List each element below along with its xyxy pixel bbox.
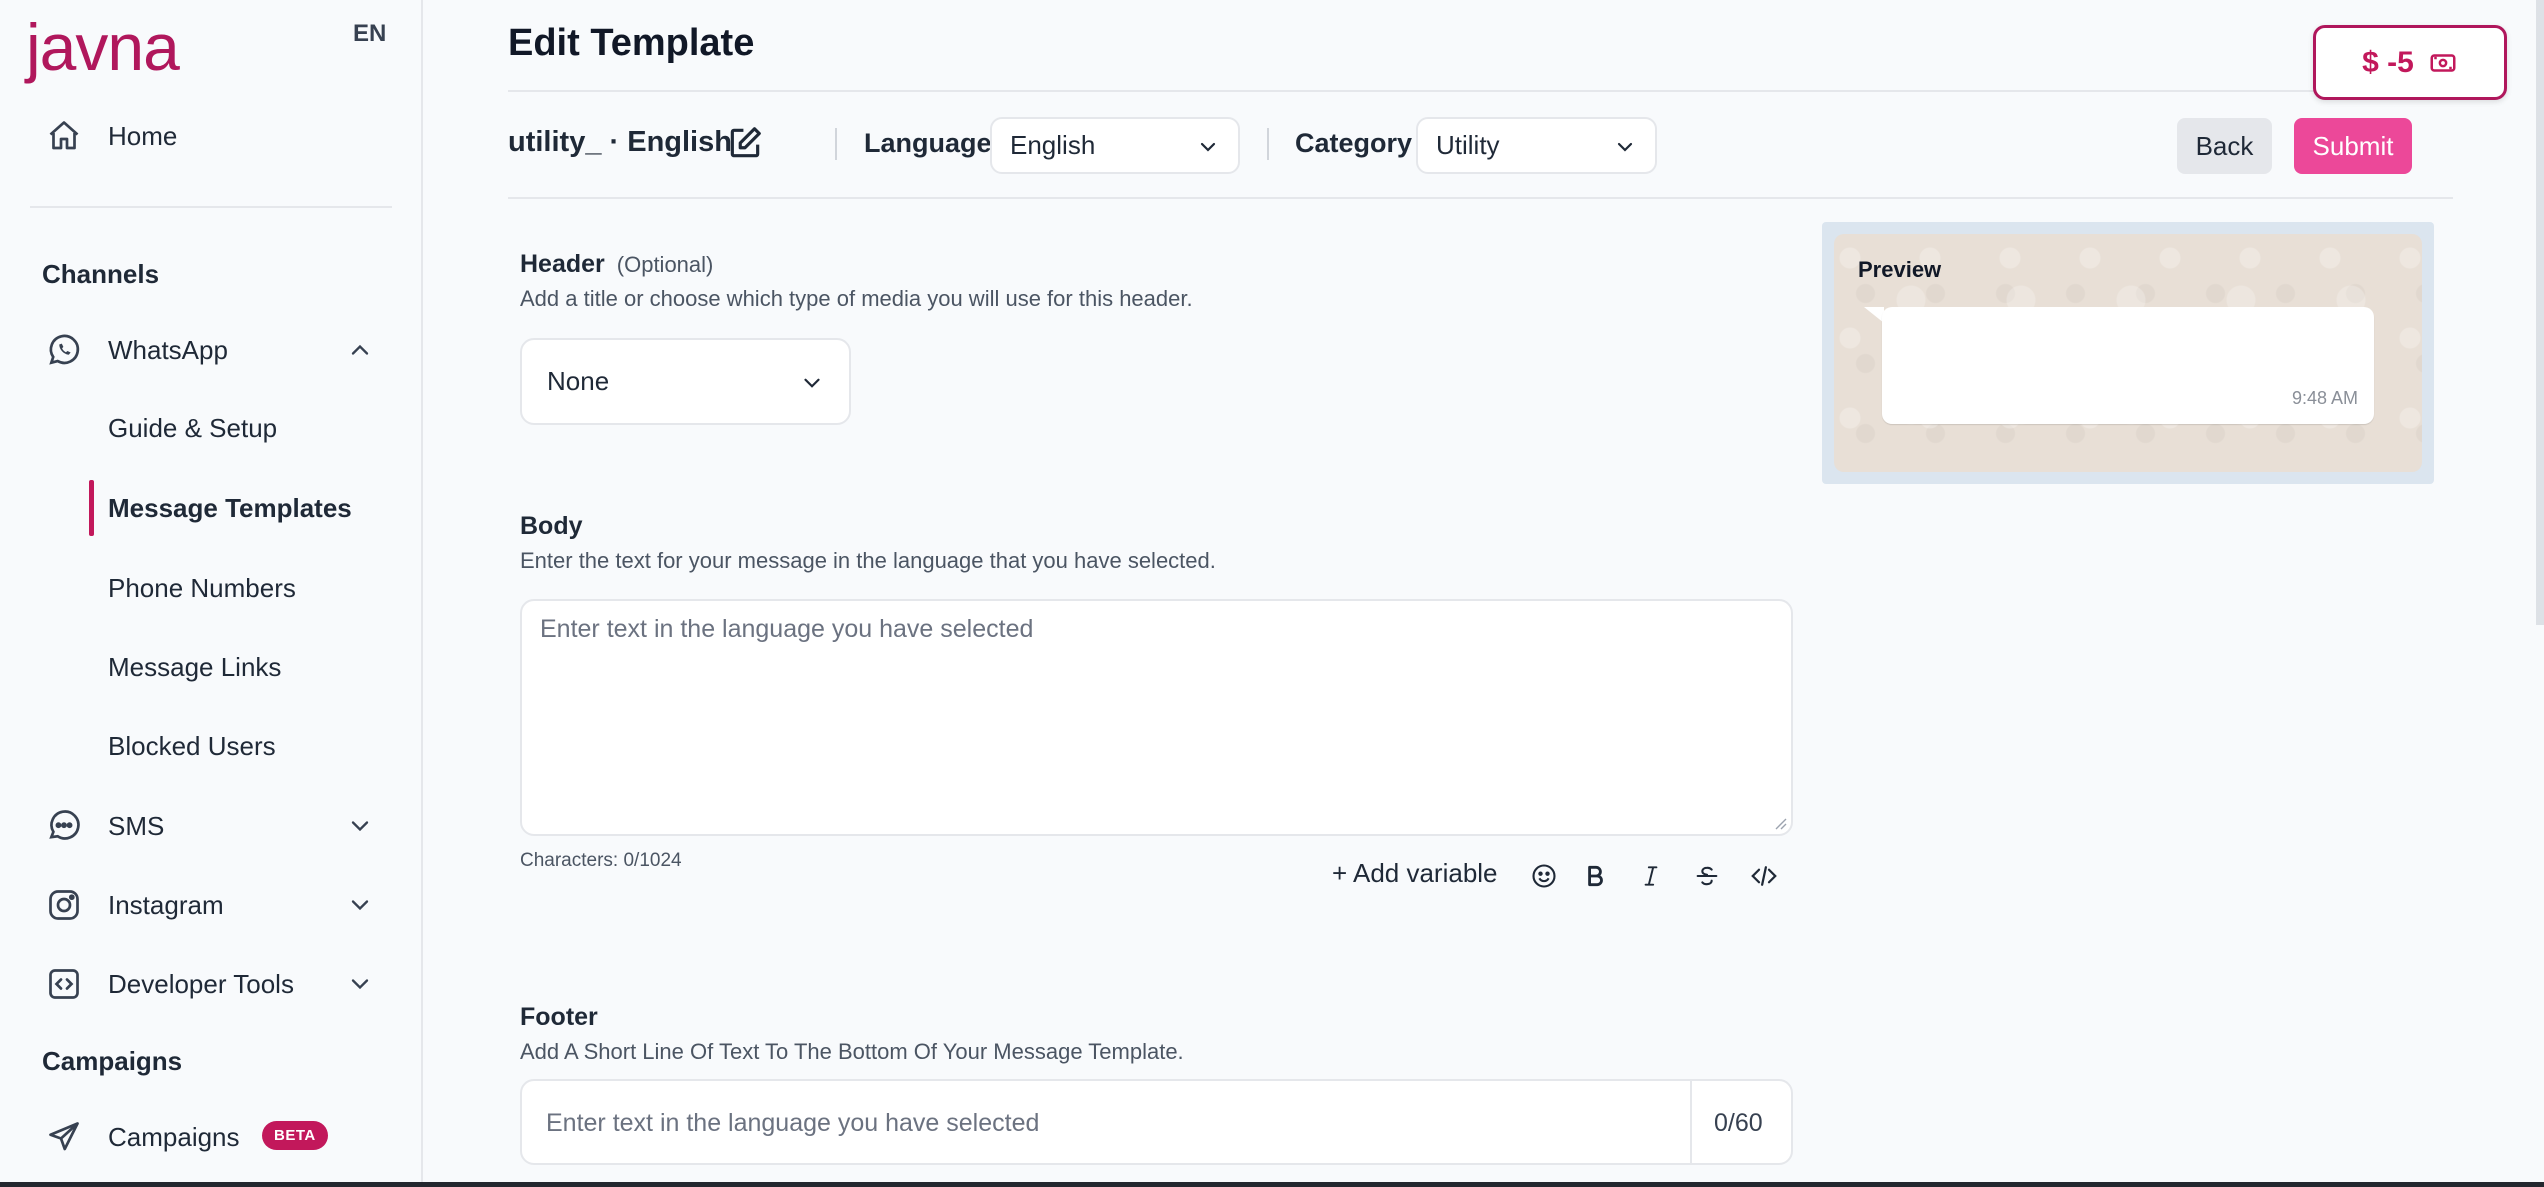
instagram-icon [44, 885, 84, 925]
header-type-value: None [547, 366, 610, 396]
strikethrough-icon[interactable] [1691, 860, 1723, 892]
optional-label: (Optional) [616, 252, 714, 277]
body-title: Body [520, 512, 583, 540]
header-section-title: Header (Optional) [520, 250, 713, 279]
toolbar-divider [508, 197, 2453, 199]
sidebar-item-message-templates[interactable]: Message Templates [0, 480, 423, 536]
sidebar-item-home[interactable]: Home [0, 106, 423, 166]
sidebar-item-label: Home [108, 120, 178, 151]
category-label: Category [1295, 128, 1413, 158]
sidebar-item-blocked-users[interactable]: Blocked Users [0, 718, 423, 774]
campaigns-heading: Campaigns [42, 1046, 183, 1076]
chevron-down-icon[interactable] [346, 891, 374, 919]
sidebar-item-label: Guide & Setup [108, 412, 278, 443]
channels-heading: Channels [42, 259, 160, 289]
sidebar-item-label: SMS [108, 810, 165, 841]
back-button[interactable]: Back [2177, 118, 2272, 174]
footer-input[interactable]: Enter text in the language you have sele… [520, 1079, 1793, 1165]
wallet-icon [2430, 53, 2456, 72]
chevron-down-icon[interactable] [346, 970, 374, 998]
chevron-down-icon [1200, 142, 1216, 152]
category-select-value: Utility [1436, 130, 1500, 160]
language-select-value: English [1010, 130, 1096, 160]
body-placeholder: Enter text in the language you have sele… [540, 615, 1034, 643]
template-name: utility_ · English [508, 126, 732, 158]
header-description: Add a title or choose which type of medi… [520, 286, 1193, 311]
submit-button[interactable]: Submit [2294, 118, 2412, 174]
home-icon [44, 116, 84, 156]
title-divider [508, 90, 2453, 92]
bottom-edge [0, 1182, 2544, 1187]
language-select[interactable]: English [990, 117, 1240, 174]
sidebar-item-campaigns[interactable]: Campaigns [0, 1107, 423, 1167]
category-select[interactable]: Utility [1416, 117, 1657, 174]
italic-icon[interactable] [1635, 860, 1667, 892]
balance-value: $ -5 [2362, 45, 2414, 79]
toolbar-separator [835, 128, 837, 160]
sidebar: javna EN Home Channels WhatsApp Guide & … [0, 0, 423, 1187]
chevron-down-icon [804, 378, 820, 388]
send-icon [44, 1117, 84, 1157]
chevron-down-icon [1617, 142, 1633, 152]
bold-icon[interactable] [1579, 860, 1611, 892]
language-switcher[interactable]: EN [353, 20, 386, 48]
footer-char-count: 0/60 [1714, 1109, 1763, 1137]
message-time: 9:48 AM [2292, 388, 2359, 408]
sidebar-item-label: Developer Tools [108, 968, 294, 999]
footer-placeholder: Enter text in the language you have sele… [546, 1109, 1040, 1137]
javna-logo[interactable]: javna [26, 14, 180, 80]
whatsapp-icon [44, 330, 84, 370]
sidebar-item-label: Phone Numbers [108, 572, 296, 603]
add-variable-button[interactable]: + Add variable [1332, 858, 1498, 889]
footer-description: Add A Short Line Of Text To The Bottom O… [520, 1039, 1184, 1064]
edit-icon[interactable] [726, 124, 764, 162]
sidebar-item-guide-setup[interactable]: Guide & Setup [0, 400, 423, 456]
sidebar-divider [30, 206, 392, 208]
sidebar-item-developer-tools[interactable]: Developer Tools [0, 954, 423, 1014]
sidebar-item-label: Message Links [108, 651, 282, 682]
sidebar-item-whatsapp[interactable]: WhatsApp [0, 320, 423, 380]
footer-title: Footer [520, 1003, 598, 1031]
sidebar-item-phone-numbers[interactable]: Phone Numbers [0, 560, 423, 616]
chat-icon [44, 806, 84, 846]
sidebar-item-sms[interactable]: SMS [0, 796, 423, 856]
emoji-icon[interactable] [1528, 860, 1560, 892]
sidebar-item-label: Campaigns [108, 1121, 240, 1152]
message-bubble-tail [1864, 307, 1884, 323]
sidebar-item-label: WhatsApp [108, 334, 228, 365]
chevron-up-icon[interactable] [346, 336, 374, 364]
balance-button[interactable]: $ -5 [2313, 25, 2507, 100]
sidebar-item-instagram[interactable]: Instagram [0, 875, 423, 935]
body-textarea[interactable]: Enter text in the language you have sele… [520, 599, 1793, 836]
page-title: Edit Template [508, 22, 755, 64]
header-type-select[interactable]: None [520, 338, 851, 425]
header-title: Header [520, 250, 605, 278]
resize-handle-icon[interactable] [1773, 816, 1787, 830]
sidebar-item-message-links[interactable]: Message Links [0, 639, 423, 695]
sidebar-item-label: Blocked Users [108, 730, 276, 761]
beta-badge: BETA [262, 1121, 328, 1150]
body-description: Enter the text for your message in the l… [520, 548, 1216, 573]
chevron-down-icon[interactable] [346, 812, 374, 840]
language-label: Language [864, 128, 992, 158]
toolbar-separator [1267, 128, 1269, 160]
scrollbar[interactable] [2536, 0, 2544, 625]
body-char-count: Characters: 0/1024 [520, 850, 682, 871]
code-icon[interactable] [1748, 860, 1780, 892]
sidebar-item-label: Message Templates [108, 492, 352, 523]
footer-count-divider [1690, 1081, 1692, 1163]
sidebar-item-label: Instagram [108, 889, 224, 920]
preview-label: Preview [1858, 257, 1942, 282]
code-icon [44, 964, 84, 1004]
